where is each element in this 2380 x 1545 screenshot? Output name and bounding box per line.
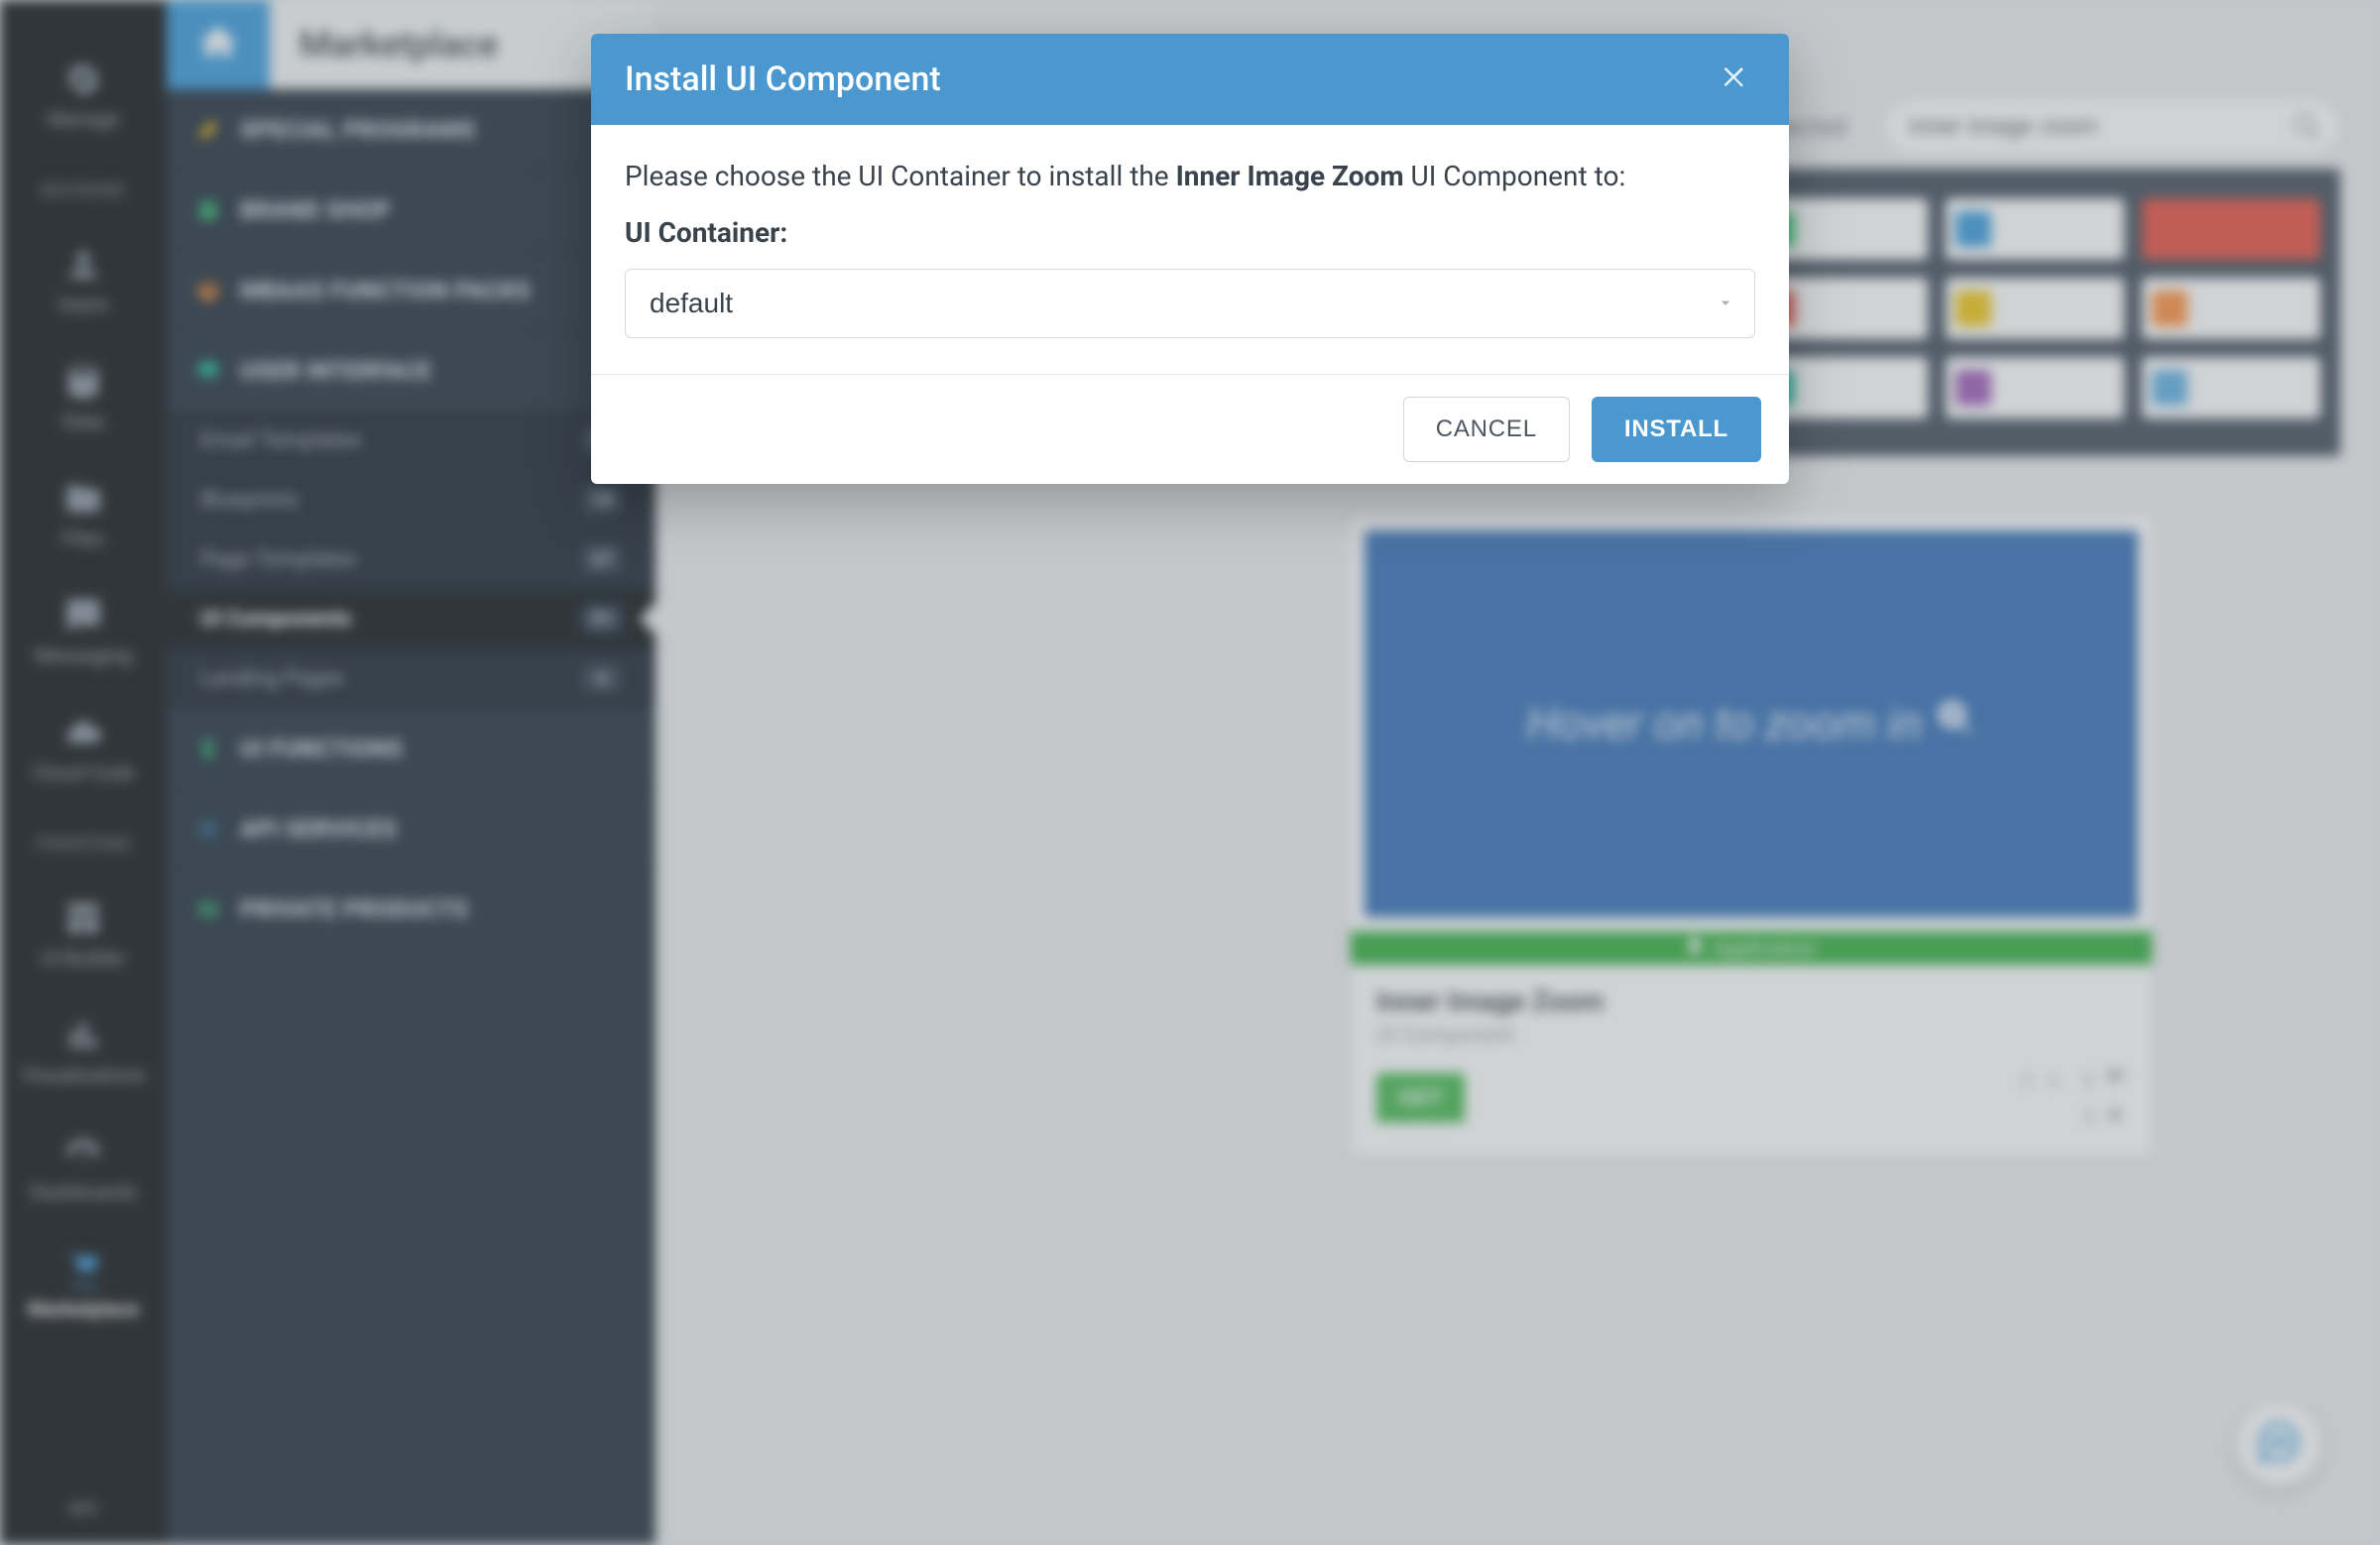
- install-modal: Install UI Component Please choose the U…: [591, 34, 1789, 484]
- modal-body-suffix: UI Component to:: [1404, 160, 1626, 192]
- ui-container-select-wrap: default: [625, 269, 1755, 338]
- modal-body-prefix: Please choose the UI Container to instal…: [625, 160, 1176, 192]
- modal-footer: CANCEL INSTALL: [591, 374, 1789, 484]
- modal-body: Please choose the UI Container to instal…: [591, 125, 1789, 374]
- modal-header: Install UI Component: [591, 34, 1789, 125]
- modal-text: Please choose the UI Container to instal…: [625, 155, 1755, 197]
- ui-container-label: UI Container:: [625, 211, 1755, 254]
- ui-container-select[interactable]: default: [625, 269, 1755, 338]
- close-icon: [1721, 62, 1750, 96]
- close-button[interactable]: [1716, 59, 1755, 99]
- modal-title: Install UI Component: [625, 59, 941, 99]
- install-button[interactable]: INSTALL: [1592, 397, 1761, 462]
- cancel-button[interactable]: CANCEL: [1403, 397, 1570, 462]
- modal-body-strong: Inner Image Zoom: [1176, 160, 1404, 192]
